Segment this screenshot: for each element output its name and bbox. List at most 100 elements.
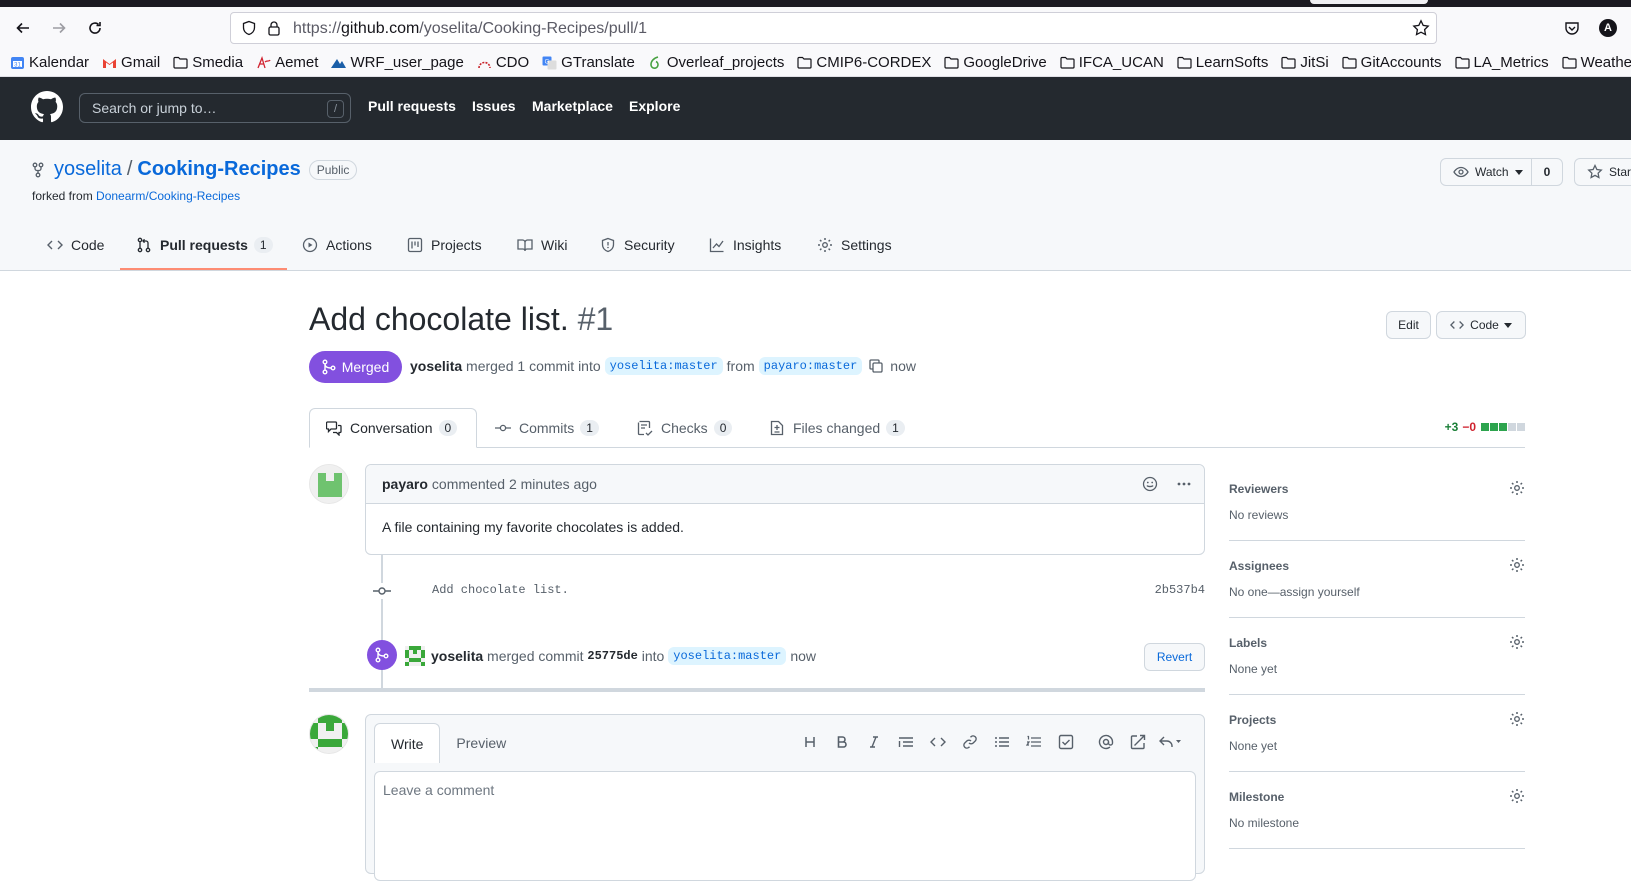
bookmark-aemet[interactable]: Aemet — [256, 54, 318, 71]
graph-icon — [709, 238, 724, 253]
bookmark-la-metrics[interactable]: LA_Metrics — [1454, 54, 1549, 71]
nav-pull-requests[interactable]: Pull requests — [368, 98, 456, 114]
nav-explore[interactable]: Explore — [629, 98, 680, 114]
write-tab[interactable]: Write — [374, 723, 441, 763]
sidebar-assignees-value[interactable]: No one—assign yourself — [1229, 585, 1360, 599]
account-avatar[interactable]: A — [1596, 16, 1620, 40]
merge-target-branch[interactable]: yoselita:master — [668, 647, 787, 665]
back-arrow-icon[interactable] — [11, 16, 35, 40]
commenter-avatar[interactable] — [309, 464, 349, 504]
repo-tab-insights[interactable]: Insights — [709, 237, 781, 253]
book-icon — [517, 239, 533, 252]
comment-textarea[interactable]: Leave a comment — [374, 771, 1196, 881]
nav-marketplace[interactable]: Marketplace — [532, 98, 613, 114]
repo-tab-actions[interactable]: Actions — [302, 237, 372, 253]
github-search-input[interactable]: Search or jump to… / — [79, 93, 351, 123]
bold-icon[interactable] — [826, 731, 858, 753]
diff-block-added — [1490, 423, 1498, 431]
bookmark-gtranslate[interactable]: G GTranslate — [542, 54, 635, 71]
pocket-icon[interactable] — [1560, 16, 1584, 40]
gear-icon[interactable] — [1509, 711, 1525, 727]
merge-commit-sha[interactable]: 25775de — [587, 649, 637, 663]
base-branch[interactable]: yoselita:master — [604, 357, 723, 375]
merger-username[interactable]: yoselita — [410, 358, 462, 374]
repo-tab-code[interactable]: Code — [47, 237, 104, 253]
browser-tab[interactable] — [1310, 0, 1428, 4]
nav-issues[interactable]: Issues — [472, 98, 516, 114]
bookmark-learnsofts[interactable]: LearnSofts — [1177, 54, 1268, 71]
sidebar-projects-title[interactable]: Projects — [1229, 713, 1276, 727]
numbered-list-icon[interactable] — [1018, 731, 1050, 753]
repo-tab-settings[interactable]: Settings — [817, 237, 892, 253]
tab-commits[interactable]: Commits 1 — [495, 408, 599, 448]
comment-time[interactable]: 2 minutes ago — [509, 476, 597, 492]
mention-icon[interactable] — [1090, 731, 1122, 753]
task-list-icon[interactable] — [1050, 731, 1082, 753]
smiley-icon[interactable] — [1142, 476, 1158, 492]
preview-tab[interactable]: Preview — [440, 723, 522, 763]
copy-icon[interactable] — [868, 358, 884, 374]
tab-conversation[interactable]: Conversation 0 — [309, 408, 477, 448]
bookmark-gmail[interactable]: Gmail — [102, 54, 160, 71]
bookmark-weather[interactable]: Weather — [1561, 54, 1631, 71]
bookmark-overleaf-projects[interactable]: Overleaf_projects — [648, 54, 784, 71]
url-bar[interactable]: https://github.com/yoselita/Cooking-Reci… — [230, 12, 1437, 44]
current-user-avatar[interactable] — [309, 714, 349, 754]
sidebar-reviewers-title[interactable]: Reviewers — [1229, 482, 1288, 496]
url-text[interactable]: https://github.com/yoselita/Cooking-Reci… — [293, 20, 647, 38]
bookmark-cdo[interactable]: CDO — [477, 54, 529, 71]
watch-button[interactable]: Watch — [1440, 158, 1532, 186]
reload-icon[interactable] — [83, 16, 107, 40]
merger-avatar[interactable] — [405, 646, 425, 666]
watch-count[interactable]: 0 — [1531, 158, 1563, 186]
bookmark-star-icon[interactable] — [1412, 19, 1430, 37]
sidebar-assignees-title[interactable]: Assignees — [1229, 559, 1289, 573]
gear-icon[interactable] — [1509, 788, 1525, 804]
bookmark-kalendar[interactable]: 31 Kalendar — [10, 54, 89, 71]
tab-checks[interactable]: Checks 0 — [637, 408, 733, 448]
revert-button[interactable]: Revert — [1144, 643, 1205, 671]
link-icon[interactable] — [954, 731, 986, 753]
github-logo-icon[interactable] — [31, 91, 63, 123]
sidebar-labels-title[interactable]: Labels — [1229, 636, 1267, 650]
tab-files-changed[interactable]: Files changed 1 — [769, 408, 905, 448]
gear-icon[interactable] — [1509, 634, 1525, 650]
repo-owner-link[interactable]: yoselita — [54, 158, 122, 181]
star-button[interactable]: Star — [1574, 158, 1631, 186]
edit-button[interactable]: Edit — [1386, 311, 1431, 339]
repo-tab-security[interactable]: Security — [600, 237, 675, 253]
gear-icon[interactable] — [1509, 557, 1525, 573]
bookmark-googledrive[interactable]: GoogleDrive — [944, 54, 1047, 71]
bookmark-wrf-user-page[interactable]: WRF_user_page — [331, 54, 464, 71]
commit-sha[interactable]: 2b537b4 — [1155, 583, 1205, 597]
head-branch[interactable]: payaro:master — [758, 357, 863, 375]
bookmark-gitaccounts[interactable]: GitAccounts — [1342, 54, 1442, 71]
merge-event-time[interactable]: now — [790, 648, 816, 664]
repo-tab-wiki[interactable]: Wiki — [517, 237, 567, 253]
repo-tab-pull-requests[interactable]: Pull requests 1 — [136, 237, 273, 253]
bookmark-smedia[interactable]: Smedia — [173, 54, 243, 71]
code-dropdown-button[interactable]: Code — [1436, 311, 1526, 339]
shield-icon[interactable] — [241, 20, 257, 36]
bulleted-list-icon[interactable] — [986, 731, 1018, 753]
bookmark-ifca-ucan[interactable]: IFCA_UCAN — [1060, 54, 1164, 71]
quote-icon[interactable] — [890, 731, 922, 753]
cross-reference-icon[interactable] — [1122, 731, 1154, 753]
merge-event-user[interactable]: yoselita — [431, 648, 483, 664]
heading-icon[interactable] — [794, 731, 826, 753]
repo-tab-projects[interactable]: Projects — [407, 237, 482, 253]
gear-icon[interactable] — [1509, 480, 1525, 496]
bookmark-jitsi[interactable]: JitSi — [1281, 54, 1329, 71]
commit-message[interactable]: Add chocolate list. — [432, 583, 569, 597]
saved-reply-icon[interactable] — [1154, 731, 1186, 753]
code-icon[interactable] — [922, 731, 954, 753]
repo-name-link[interactable]: Cooking-Recipes — [137, 158, 300, 181]
comment-author[interactable]: payaro — [382, 476, 428, 492]
forward-arrow-icon[interactable] — [47, 16, 71, 40]
italic-icon[interactable] — [858, 731, 890, 753]
lock-icon[interactable] — [267, 20, 281, 36]
forked-from-link[interactable]: Donearm/Cooking-Recipes — [96, 189, 240, 203]
bookmark-cmip6-cordex[interactable]: CMIP6-CORDEX — [797, 54, 931, 71]
sidebar-milestone-title[interactable]: Milestone — [1229, 790, 1284, 804]
kebab-horizontal-icon[interactable] — [1176, 476, 1192, 492]
